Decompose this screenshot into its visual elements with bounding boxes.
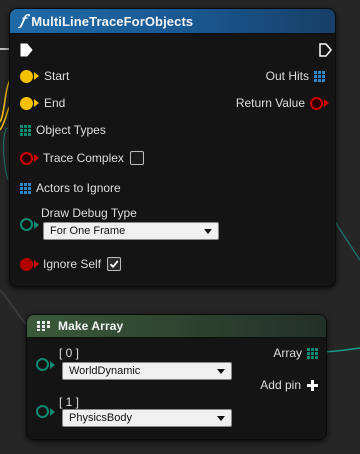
ignore-self-label: Ignore Self [43,257,102,271]
make-array-title: Make Array [58,319,124,333]
make-array-node[interactable]: Make Array [ 0 ] WorldDynamic [ 1 ] Phys… [26,314,327,440]
return-value-label: Return Value [235,96,305,110]
object-types-pin-row[interactable]: Object Types [20,123,106,137]
draw-debug-type-pin-row[interactable] [20,218,39,231]
trace-complex-pin-row[interactable]: Trace Complex [20,151,144,165]
start-pin-row[interactable]: Start [20,69,69,83]
return-value-pin[interactable] [310,96,323,110]
start-pin-arrow-icon [34,72,39,80]
trace-complex-label: Trace Complex [43,151,124,165]
array-item-0-dropdown[interactable]: WorldDynamic [62,362,232,380]
plus-icon [307,379,318,391]
array-item-1-index: [ 1 ] [59,395,80,409]
trace-complex-checkbox[interactable] [129,151,144,165]
trace-complex-pin[interactable] [20,151,33,165]
end-label: End [44,96,66,110]
draw-debug-type-value: For One Frame [50,225,126,237]
left-dark-wire [0,289,29,327]
draw-debug-type-label: Draw Debug Type [41,206,137,220]
array-item-1-pin[interactable] [36,405,49,418]
chevron-down-icon [217,416,225,421]
end-pin[interactable] [20,96,33,110]
actors-to-ignore-grid-icon[interactable] [20,182,31,194]
multi-line-trace-node[interactable]: 𝑓 MultiLineTraceForObjects Start Out Hit… [9,8,336,287]
ignore-self-checkbox[interactable] [107,257,122,271]
array-item-1-arrow-icon [50,407,55,416]
function-icon: 𝑓 [20,13,26,29]
make-array-header[interactable]: Make Array [27,315,326,338]
array-item-0-value: WorldDynamic [69,365,141,377]
array-item-0-pin-row[interactable] [36,358,55,371]
actors-to-ignore-pin-row[interactable]: Actors to Ignore [20,181,121,195]
array-item-0-pin[interactable] [36,358,49,371]
start-pin[interactable] [20,69,33,83]
out-hits-label: Out Hits [265,69,309,83]
draw-debug-type-arrow-icon [34,220,39,229]
chevron-down-icon [204,229,212,234]
end-pin-arrow-icon [34,99,39,107]
make-array-icon [36,320,52,332]
exec-out-icon [319,43,332,57]
draw-debug-type-pin[interactable] [20,218,33,231]
array-grid-icon[interactable] [314,70,325,82]
array-item-1-value: PhysicsBody [69,412,132,424]
draw-debug-type-dropdown[interactable]: For One Frame [43,222,219,240]
add-pin-label: Add pin [260,378,301,392]
trace-node-header[interactable]: 𝑓 MultiLineTraceForObjects [10,9,335,34]
object-types-label: Object Types [36,123,106,137]
trace-node-title: MultiLineTraceForObjects [31,13,194,29]
array-item-1-pin-row[interactable] [36,405,55,418]
trace-complex-arrow-icon [34,154,39,162]
array-item-0-arrow-icon [50,360,55,369]
return-value-arrow-icon [324,99,329,107]
exec-in-icon [20,43,33,57]
array-item-0-index: [ 0 ] [59,346,80,360]
end-pin-row[interactable]: End [20,96,65,110]
actors-to-ignore-label: Actors to Ignore [36,181,121,195]
array-item-1-dropdown[interactable]: PhysicsBody [62,409,232,427]
ignore-self-pin[interactable] [20,257,33,271]
add-pin-button[interactable]: Add pin [260,378,318,392]
array-output-label: Array [273,346,302,360]
out-hits-pin-row[interactable]: Out Hits [266,69,325,83]
exec-out-pin[interactable] [319,43,332,62]
ignore-self-pin-row[interactable]: Ignore Self [20,257,122,271]
exec-in-pin[interactable] [20,43,33,62]
object-types-grid-icon[interactable] [20,124,31,136]
array-output-grid-icon[interactable] [307,347,318,359]
chevron-down-icon [217,369,225,374]
checkmark-icon [109,260,119,269]
array-output-pin-row[interactable]: Array [273,346,318,360]
object-types-wire [2,127,9,181]
ignore-self-arrow-icon [34,260,39,268]
return-value-pin-row[interactable]: Return Value [236,96,329,110]
start-label: Start [44,69,70,83]
